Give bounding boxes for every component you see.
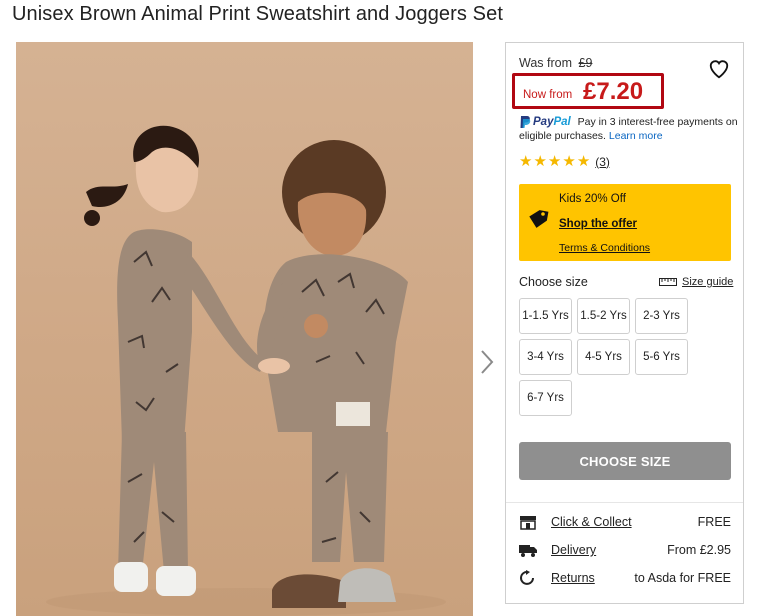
delivery-link[interactable]: Delivery xyxy=(551,543,596,557)
delivery-row: Delivery From £2.95 xyxy=(519,541,731,561)
click-collect-price: FREE xyxy=(697,515,731,529)
review-count-link[interactable]: (3) xyxy=(595,155,610,169)
size-guide-label: Size guide xyxy=(682,276,734,288)
returns-info: to Asda for FREE xyxy=(634,571,731,585)
size-option[interactable]: 2-3 Yrs xyxy=(635,298,688,334)
paypal-message: PayPal Pay in 3 interest-free payments o… xyxy=(519,115,741,143)
now-price-label: Now from xyxy=(523,89,573,101)
choose-size-label: Choose size xyxy=(519,275,588,289)
paypal-wordmark: PayPal xyxy=(533,115,571,129)
delivery-price: From £2.95 xyxy=(667,543,731,557)
product-image[interactable] xyxy=(16,42,473,616)
offer-terms-link[interactable]: Terms & Conditions xyxy=(559,242,650,254)
star-icon: ★ xyxy=(576,153,591,170)
chevron-right-icon xyxy=(481,350,494,374)
offer-title: Kids 20% Off xyxy=(559,193,626,205)
rating[interactable]: ★ ★ ★ ★ ★ (3) xyxy=(519,154,610,169)
returns-icon xyxy=(520,570,534,585)
size-option[interactable]: 6-7 Yrs xyxy=(519,380,572,416)
purchase-panel: Was from £9 Now from £7.20 PayPal Pay in… xyxy=(505,42,744,604)
size-option[interactable]: 5-6 Yrs xyxy=(635,339,688,375)
paypal-wordmark-pay: Pay xyxy=(533,116,554,129)
now-price-value: £7.20 xyxy=(583,78,644,105)
paypal-learn-more-link[interactable]: Learn more xyxy=(609,130,663,142)
next-image-button[interactable] xyxy=(478,348,496,376)
tag-icon xyxy=(529,210,549,228)
now-price-highlight: Now from £7.20 xyxy=(512,73,664,109)
star-icon: ★ xyxy=(533,153,547,170)
star-icon: ★ xyxy=(547,153,562,170)
click-collect-row: Click & Collect FREE xyxy=(519,513,731,533)
choose-size-button[interactable]: CHOOSE SIZE xyxy=(519,442,731,480)
paypal-wordmark-pal: Pal xyxy=(553,116,571,129)
shop-offer-link[interactable]: Shop the offer xyxy=(559,218,637,230)
was-price-value: £9 xyxy=(578,56,593,70)
store-icon xyxy=(520,516,536,530)
size-option[interactable]: 1.5-2 Yrs xyxy=(577,298,630,334)
heart-icon xyxy=(709,60,729,79)
was-price-label: Was from xyxy=(519,56,573,70)
truck-icon xyxy=(519,545,537,557)
was-price: Was from £9 xyxy=(519,56,592,70)
returns-link[interactable]: Returns xyxy=(551,571,595,585)
size-guide-link[interactable]: Size guide xyxy=(659,276,733,288)
click-collect-link[interactable]: Click & Collect xyxy=(551,515,632,529)
wishlist-button[interactable] xyxy=(708,58,730,80)
star-icon: ★ xyxy=(519,153,533,170)
ruler-icon xyxy=(659,278,677,286)
star-icon: ★ xyxy=(562,153,576,170)
offer-banner: Kids 20% Off Shop the offer Terms & Cond… xyxy=(519,184,731,261)
size-option[interactable]: 3-4 Yrs xyxy=(519,339,572,375)
product-title: Unisex Brown Animal Print Sweatshirt and… xyxy=(12,3,503,25)
paypal-icon xyxy=(520,116,531,129)
product-photo-illustration xyxy=(46,125,446,616)
paypal-logo: PayPal xyxy=(519,115,571,129)
size-option[interactable]: 1-1.5 Yrs xyxy=(519,298,572,334)
size-option[interactable]: 4-5 Yrs xyxy=(577,339,630,375)
divider xyxy=(506,502,743,503)
returns-row: Returns to Asda for FREE xyxy=(519,569,731,589)
